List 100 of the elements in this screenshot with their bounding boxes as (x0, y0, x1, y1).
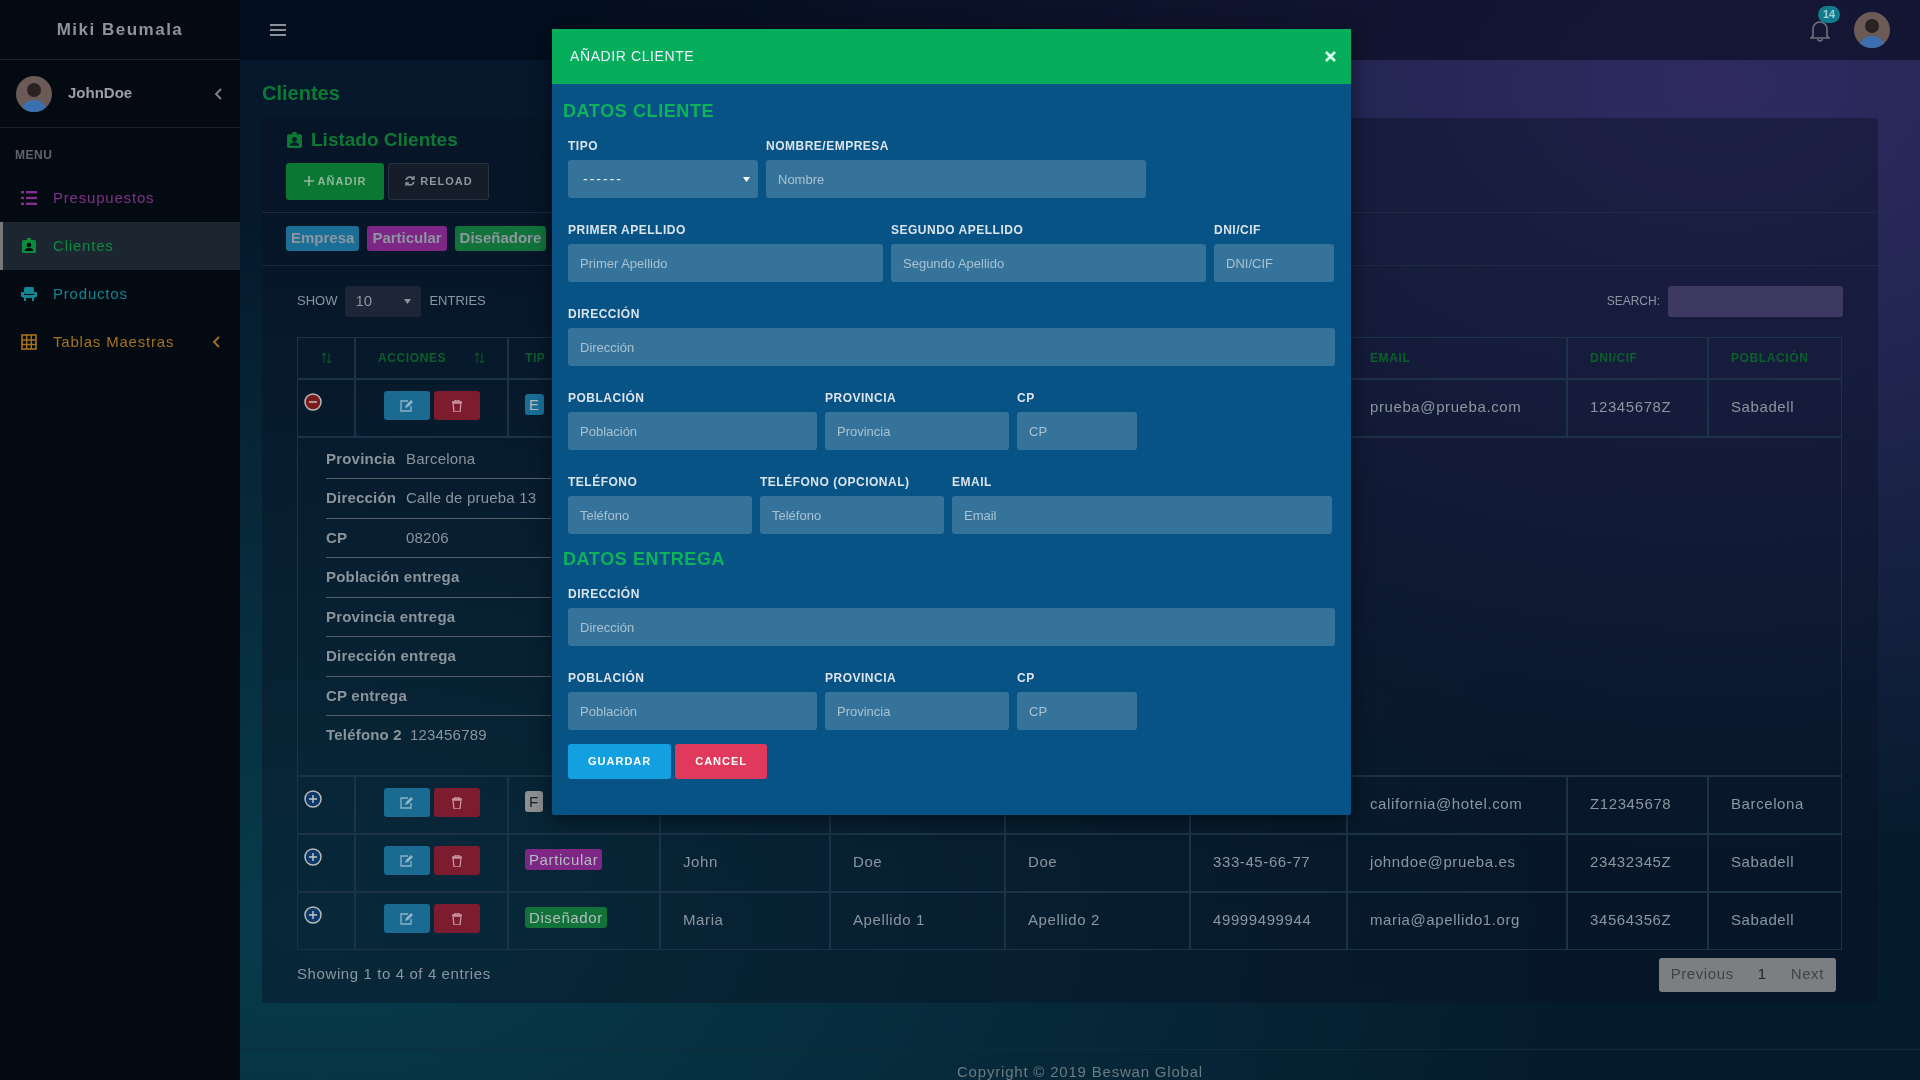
input-field[interactable]: Población (568, 412, 817, 450)
edit-button[interactable] (383, 845, 430, 875)
input-field[interactable]: CP (1017, 692, 1137, 730)
table-cell: 34564356Z (1590, 910, 1672, 928)
expand-icon[interactable] (304, 847, 322, 866)
delete-button[interactable] (433, 903, 480, 933)
copyright-text: Copyright © 2019 Beswan Global (957, 1061, 1203, 1080)
edit-icon (400, 399, 413, 412)
input-field[interactable]: Dirección (568, 328, 1335, 366)
detail-text: Provincia entrega (326, 607, 457, 625)
table-cell: Sabadell (1731, 910, 1795, 928)
table-cell: 12345678Z (1590, 397, 1672, 415)
caret-down-icon (743, 176, 750, 182)
field-label: SEGUNDO APELLIDO (891, 222, 1025, 239)
input-field[interactable]: Provincia (825, 412, 1009, 450)
edit-icon (400, 854, 413, 867)
table-cell: 333-45-66-77 (1213, 852, 1311, 870)
entries-select[interactable]: 10 (345, 285, 422, 317)
table-cell: Doe (1028, 852, 1058, 870)
expand-icon[interactable] (304, 789, 322, 808)
chevron-left-icon[interactable] (214, 87, 224, 100)
input-field[interactable]: Dirección (568, 608, 1335, 646)
select-field[interactable]: ------ (568, 160, 758, 198)
notification-count: 14 (1818, 6, 1841, 23)
close-icon[interactable] (1325, 51, 1336, 62)
delete-button[interactable] (433, 787, 480, 817)
reload-button[interactable]: RELOAD (388, 162, 489, 200)
search-label: SEARCH: (1606, 293, 1660, 310)
page-button[interactable]: 1 (1745, 963, 1779, 986)
field-label: CP (1017, 390, 1036, 407)
sidebar-item[interactable]: Productos (0, 270, 240, 318)
trash-icon (451, 854, 462, 867)
edit-icon (400, 796, 413, 809)
input-field[interactable]: Teléfono (760, 496, 944, 534)
modal-title: AÑADIR CLIENTE (570, 47, 695, 66)
delete-button[interactable] (433, 845, 480, 875)
collapse-icon[interactable] (304, 392, 322, 411)
page-button[interactable]: Previous (1658, 963, 1746, 986)
input-field[interactable]: Primer Apellido (568, 244, 883, 282)
edit-button[interactable] (383, 903, 430, 933)
filter-tag[interactable]: Empresa (286, 226, 360, 251)
input-field[interactable]: Provincia (825, 692, 1009, 730)
input-field[interactable]: Email (952, 496, 1332, 534)
input-field[interactable]: Nombre (766, 160, 1146, 198)
input-field[interactable]: DNI/CIF (1214, 244, 1334, 282)
save-button[interactable]: GUARDAR (568, 744, 672, 779)
field-label: PROVINCIA (825, 390, 898, 407)
filter-tag[interactable]: Particular (367, 226, 447, 251)
table-cell: John (683, 852, 718, 870)
column-header[interactable]: TIP (525, 350, 546, 365)
id-badge-icon (286, 130, 303, 150)
input-field[interactable]: Segundo Apellido (891, 244, 1206, 282)
field-label: TELÉFONO (568, 473, 639, 491)
section-title: DATOS ENTREGA (563, 548, 727, 571)
table-cell: 49999499944 (1213, 910, 1312, 928)
sidebar-item[interactable]: Presupuestos (0, 174, 240, 222)
field-label: DNI/CIF (1214, 222, 1262, 239)
input-field[interactable]: Población (568, 692, 817, 730)
field-label: POBLACIÓN (568, 389, 646, 407)
add-button[interactable]: AÑADIR (286, 162, 384, 200)
table-cell: Doe (853, 852, 883, 870)
show-label: SHOW (297, 292, 338, 311)
bell-icon[interactable] (1810, 19, 1830, 42)
field-label: TIPO (568, 138, 599, 155)
input-field[interactable]: Teléfono (568, 496, 752, 534)
avatar[interactable] (16, 75, 52, 112)
table-cell: 23432345Z (1590, 852, 1672, 870)
detail-text: Población entrega (326, 568, 461, 585)
delete-button[interactable] (433, 390, 480, 420)
edit-icon (400, 912, 413, 925)
input-field[interactable]: CP (1017, 412, 1137, 450)
field-label: DIRECCIÓN (568, 585, 641, 603)
page-title: Clientes (262, 81, 341, 106)
cancel-button[interactable]: CANCEL (675, 744, 768, 779)
column-header[interactable]: DNI/CIF (1590, 350, 1638, 365)
sidebar-item[interactable]: Tablas Maestras (0, 318, 240, 366)
field-label: PRIMER APELLIDO (568, 222, 687, 239)
edit-button[interactable] (383, 787, 430, 817)
caret-down-icon (404, 298, 412, 304)
sidebar-item[interactable]: Clientes (0, 222, 240, 270)
edit-button[interactable] (383, 390, 430, 420)
menu-icon[interactable] (270, 23, 286, 37)
avatar[interactable] (1854, 12, 1890, 48)
field-label: TELÉFONO (OPCIONAL) (760, 473, 911, 491)
field-label: POBLACIÓN (568, 669, 646, 687)
page-button[interactable]: Next (1778, 963, 1836, 986)
card-title: Listado Clientes (311, 128, 458, 152)
detail-text: CP 08206 (326, 528, 449, 546)
table-cell: Sabadell (1731, 852, 1795, 870)
column-header[interactable]: EMAIL (1370, 350, 1411, 365)
filter-tag[interactable]: Diseñadore (454, 226, 547, 251)
table-cell: johndoe@prueba.es (1370, 852, 1516, 870)
detail-text: Dirección entrega (326, 647, 458, 664)
type-tag: F (525, 790, 543, 812)
menu-heading: MENU (14, 147, 54, 164)
expand-icon[interactable] (304, 905, 322, 924)
column-header[interactable]: ACCIONES (378, 348, 447, 367)
table-cell: california@hotel.com (1370, 794, 1523, 812)
search-field[interactable] (1668, 285, 1843, 317)
chevron-left-icon (212, 336, 222, 348)
